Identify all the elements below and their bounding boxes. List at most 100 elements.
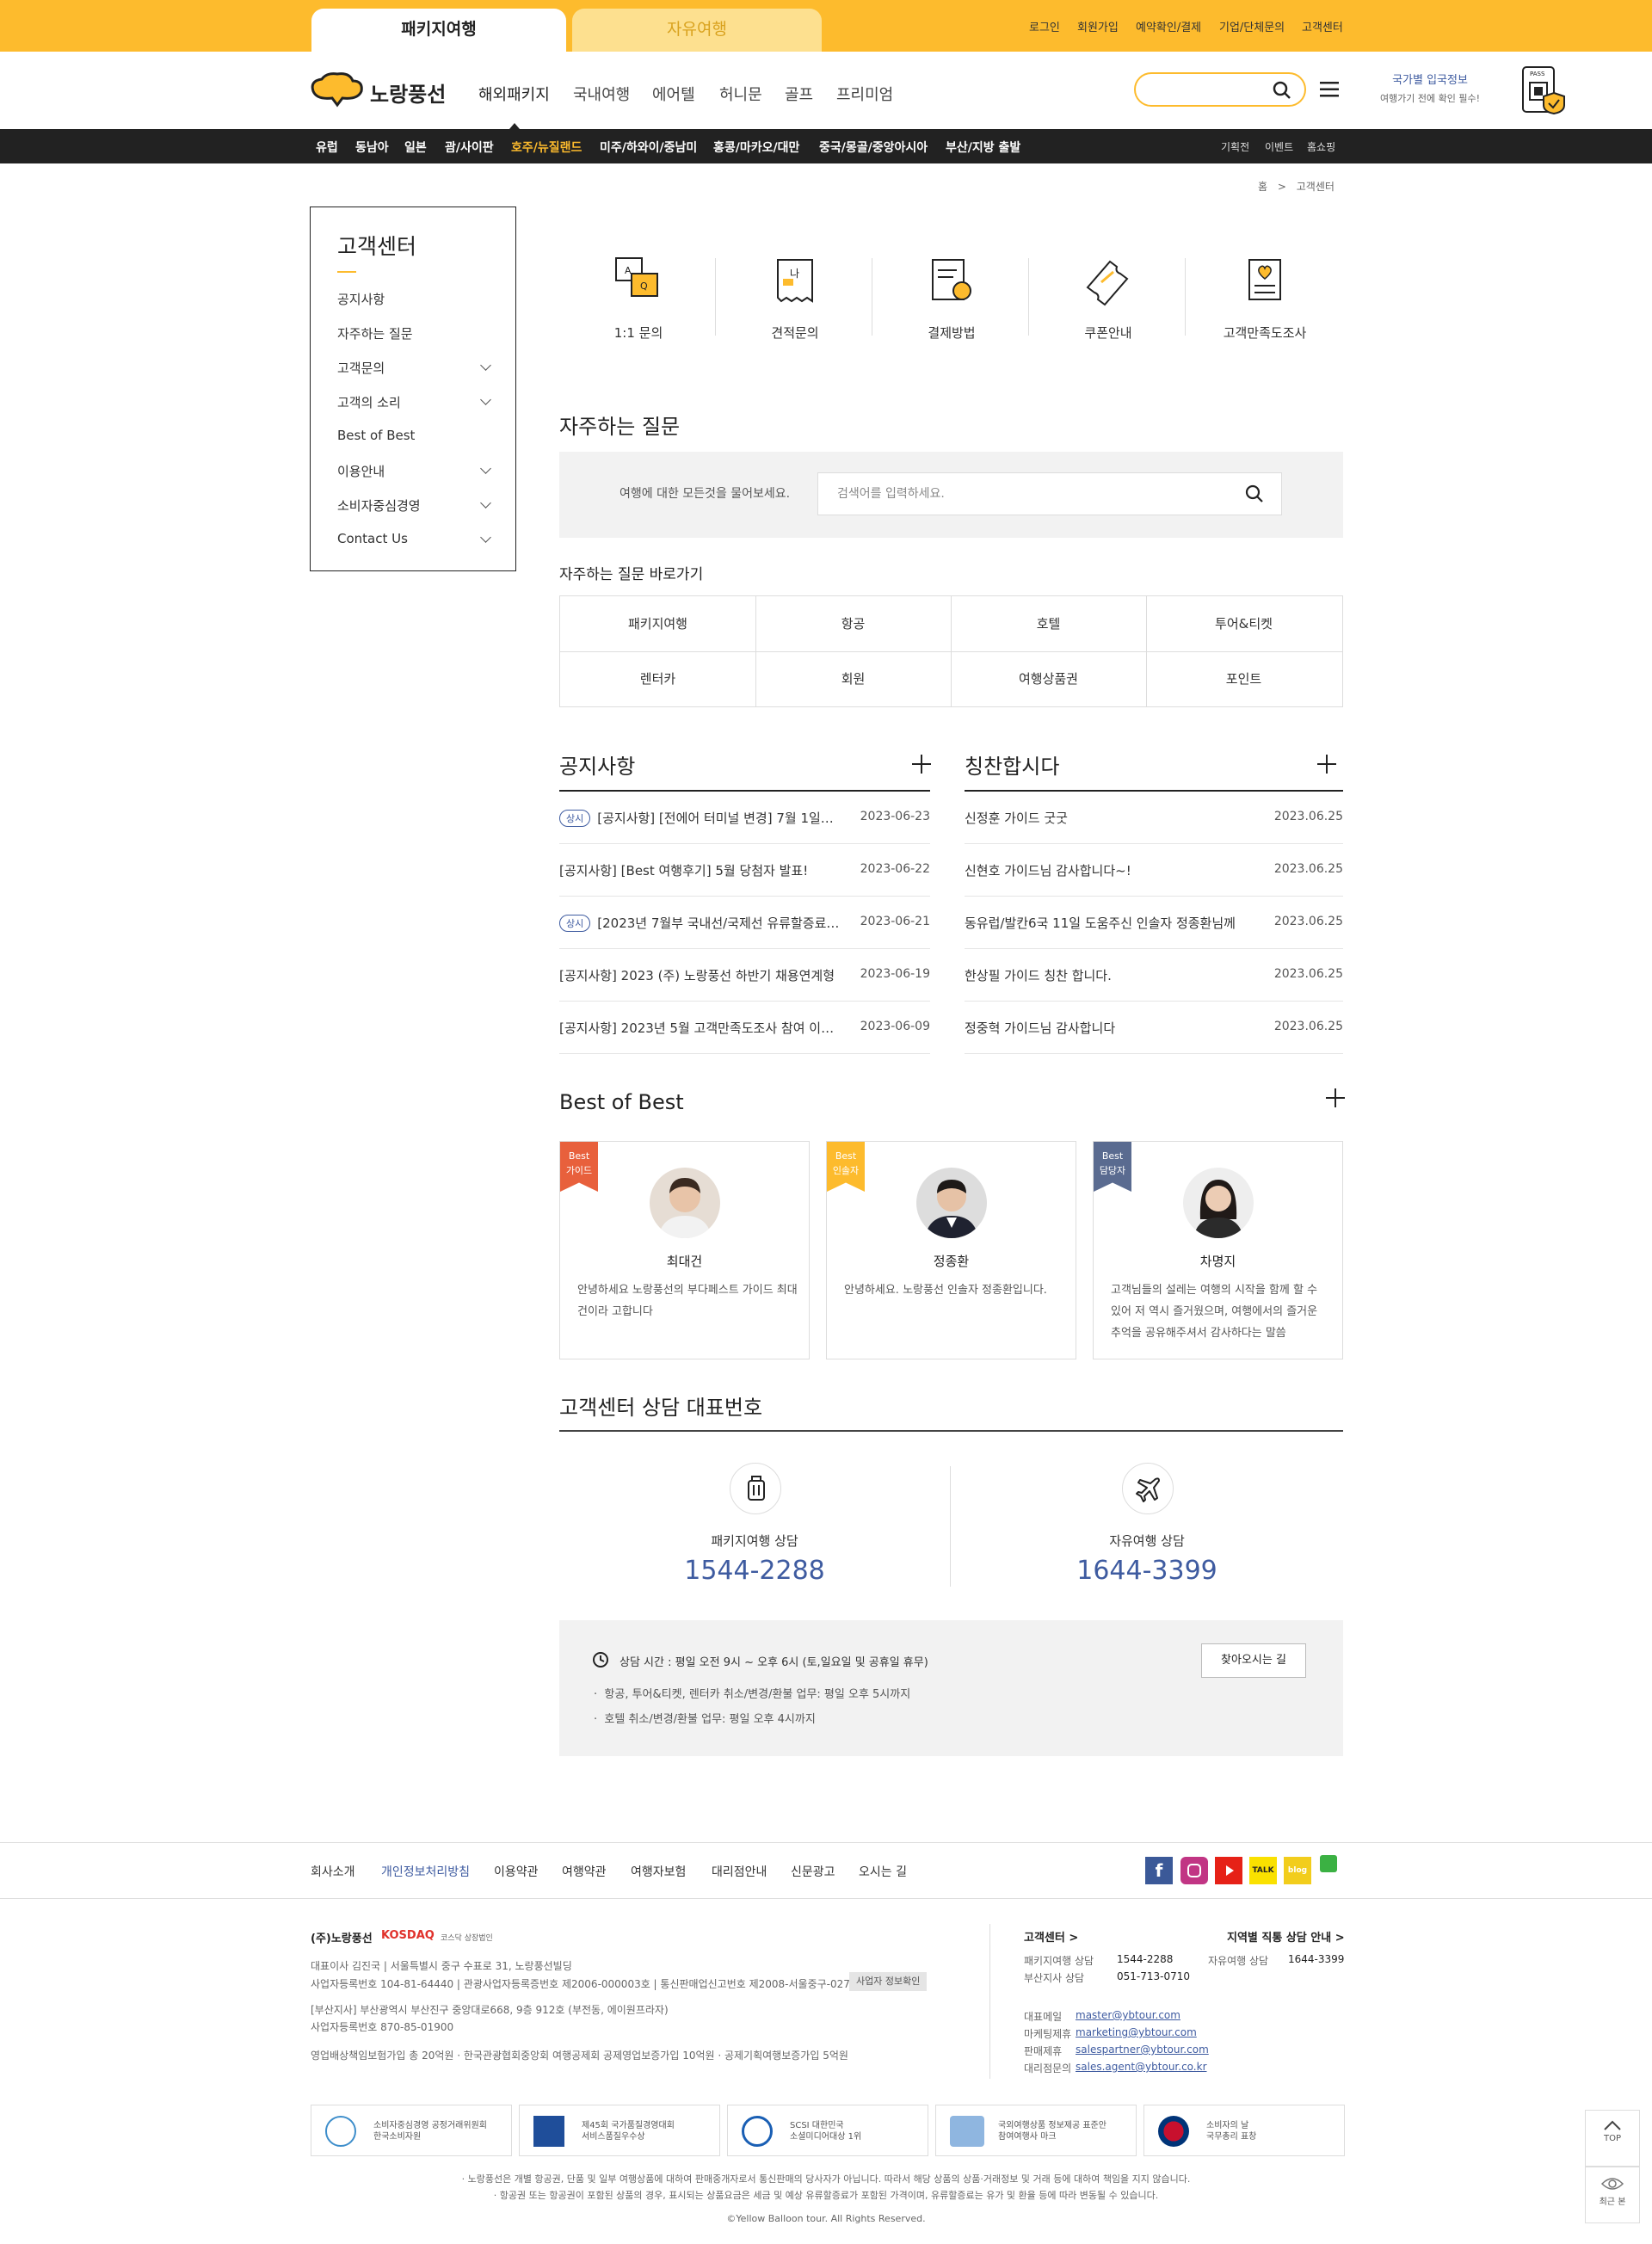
biz-info-button[interactable]: 사업자 정보확인 [849,1972,928,1991]
side-nav-faq[interactable]: 자주하는 질문 [337,324,413,342]
nav-japan[interactable]: 일본 [404,139,427,156]
faq-shortcut-package[interactable]: 패키지여행 [560,596,755,651]
breadcrumb-home[interactable]: 홈 [1258,181,1267,193]
faq-search-input[interactable]: 검색어를 입력하세요. [817,472,1282,515]
quick-inquiry[interactable]: A Q 1:1 문의 [561,255,716,342]
nav-china[interactable]: 중국/몽골/중앙아시아 [819,139,928,156]
nav-guam[interactable]: 괌/사이판 [445,139,494,156]
gnb-premium[interactable]: 프리미엄 [836,83,893,105]
chevron-down-icon[interactable] [480,360,491,371]
best-card-staff[interactable]: Best 담당자 차명지 고객님들의 설레는 여행의 시작을 함께 할 수 있어 … [1093,1141,1343,1359]
nav-busan[interactable]: 부산/지방 출발 [946,139,1020,156]
footer-about[interactable]: 회사소개 [311,1863,355,1880]
facebook-icon[interactable]: f [1145,1857,1173,1884]
gnb-golf[interactable]: 골프 [785,83,813,105]
signup-link[interactable]: 회원가입 [1077,18,1119,34]
side-nav-notice[interactable]: 공지사항 [337,290,385,308]
praise-row-title[interactable]: 한상필 가이드 칭찬 합니다. [965,966,1248,984]
cert-ccm[interactable]: 소비자중심경영 공정거래위원회 한국소비자원 [311,2105,512,2156]
quick-estimate[interactable]: 나 견적문의 [718,255,872,342]
quick-survey[interactable]: 고객만족도조사 [1187,255,1342,342]
balloon-logo-icon[interactable] [308,71,367,110]
faq-shortcut-rentcar[interactable]: 렌터카 [560,651,755,706]
nav-europe[interactable]: 유럽 [316,139,338,156]
list-item[interactable]: [공지사항] 2023 (주) 노랑풍선 하반기 채용연계형 2023-06-19 [559,949,930,1002]
directions-button[interactable]: 찾아오시는 길 [1201,1643,1306,1678]
footer-cs-title[interactable]: 고객센터 > [1024,1928,1078,1945]
nav-hongkong[interactable]: 홍콩/마카오/대만 [713,139,799,156]
top-button[interactable]: TOP [1585,2110,1640,2167]
footer-insurance[interactable]: 여행자보험 [631,1863,686,1880]
footer-mail-value[interactable]: sales.agent@ybtour.co.kr [1076,2061,1207,2073]
nav-special[interactable]: 기획전 [1221,139,1249,154]
search-icon[interactable] [1244,484,1265,504]
login-link[interactable]: 로그인 [1029,18,1060,34]
notice-more-plus-icon[interactable] [912,755,931,774]
praise-row-title[interactable]: 신정훈 가이드 굿굿 [965,809,1248,827]
nav-event[interactable]: 이벤트 [1265,139,1293,154]
chevron-down-icon[interactable] [480,532,491,543]
chevron-down-icon[interactable] [480,394,491,405]
side-nav-inquiry[interactable]: 고객문의 [337,359,385,377]
best-more-plus-icon[interactable] [1326,1088,1345,1107]
notice-row-title[interactable]: [공지사항] [전에어 터미널 변경] 7월 1일부터 [597,811,843,826]
kakao-icon[interactable]: TALK [1249,1857,1277,1884]
instagram-icon[interactable] [1180,1857,1208,1884]
list-item[interactable]: 한상필 가이드 칭찬 합니다. 2023.06.25 [965,949,1343,1002]
footer-travel-terms[interactable]: 여행약관 [562,1863,607,1880]
footer-privacy[interactable]: 개인정보처리방침 [381,1863,470,1880]
list-item[interactable]: 정중혁 가이드님 감사합니다 2023.06.25 [965,1002,1343,1054]
notice-row-title[interactable]: [공지사항] 2023년 5월 고객만족도조사 참여 이벤트 [559,1019,843,1037]
footer-mail-value[interactable]: master@ybtour.com [1076,2009,1180,2021]
praise-row-title[interactable]: 신현호 가이드님 감사합니다~! [965,861,1248,879]
faq-shortcut-tour[interactable]: 투어&티켓 [1146,596,1341,651]
nav-southeast-asia[interactable]: 동남아 [355,139,389,156]
blog-icon[interactable]: blog [1284,1857,1311,1884]
search-icon[interactable] [1272,80,1292,101]
list-item[interactable]: 동유럽/발칸6국 11일 도움주신 인솔자 정종환님께 2023.06.25 [965,897,1343,949]
cert-ksa[interactable]: 제45회 국가품질경영대회 서비스품질우수상 [519,2105,720,2156]
side-nav-contact[interactable]: Contact Us [337,531,408,546]
cert-scsi[interactable]: SCSI 대한민국 소셜미디어대상 1위 [727,2105,928,2156]
chevron-down-icon[interactable] [480,497,491,509]
list-item[interactable]: 신현호 가이드님 감사합니다~! 2023.06.25 [965,844,1343,897]
footer-agency[interactable]: 대리점안내 [712,1863,767,1880]
corporate-link[interactable]: 기업/단체문의 [1219,18,1285,34]
nav-americas[interactable]: 미주/하와이/중남미 [600,139,697,156]
list-item[interactable]: [공지사항] [Best 여행후기] 5월 당첨자 발표! 2023-06-22 [559,844,930,897]
side-nav-ccm[interactable]: 소비자중심경영 [337,496,421,515]
footer-directions[interactable]: 오시는 길 [859,1863,907,1880]
gnb-overseas[interactable]: 해외패키지 [478,83,550,105]
call-package-number[interactable]: 1544-2288 [559,1556,950,1586]
youtube-icon[interactable] [1215,1857,1242,1884]
list-item[interactable]: 신정훈 가이드 굿굿 2023.06.25 [965,792,1343,844]
faq-shortcut-member[interactable]: 회원 [755,651,951,706]
chevron-down-icon[interactable] [480,463,491,474]
quick-payment[interactable]: 결제방법 [874,255,1029,342]
side-nav-best[interactable]: Best of Best [337,428,415,443]
notice-row-title[interactable]: [공지사항] 2023 (주) 노랑풍선 하반기 채용연계형 [559,966,843,984]
list-item[interactable]: 상시 [공지사항] [전에어 터미널 변경] 7월 1일부터 2023-06-23 [559,792,930,844]
faq-shortcut-air[interactable]: 항공 [755,596,951,651]
notice-row-title[interactable]: [2023년 7월부 국내선/국제선 유류할증료 안내] [597,915,843,931]
menu-icon[interactable] [1320,81,1341,98]
tab-free[interactable]: 자유여행 [572,9,822,52]
nav-homeshopping[interactable]: 홈쇼핑 [1307,139,1335,154]
gnb-domestic[interactable]: 국내여행 [573,83,630,105]
call-free-number[interactable]: 1644-3399 [952,1556,1342,1586]
quick-coupon[interactable]: 쿠폰안내 [1031,255,1186,342]
faq-shortcut-hotel[interactable]: 호텔 [951,596,1146,651]
footer-mail-value[interactable]: marketing@ybtour.com [1076,2026,1197,2038]
praise-row-title[interactable]: 동유럽/발칸6국 11일 도움주신 인솔자 정종환님께 [965,914,1248,932]
side-nav-guide[interactable]: 이용안내 [337,462,385,480]
cs-link[interactable]: 고객센터 [1302,18,1343,34]
footer-terms[interactable]: 이용약관 [494,1863,539,1880]
list-item[interactable]: [공지사항] 2023년 5월 고객만족도조사 참여 이벤트 2023-06-09 [559,1002,930,1054]
recent-view-button[interactable]: 최근 본 [1585,2167,1640,2223]
faq-shortcut-point[interactable]: 포인트 [1146,651,1341,706]
praise-more-plus-icon[interactable] [1317,755,1336,774]
side-nav-voice[interactable]: 고객의 소리 [337,393,401,411]
cert-standard[interactable]: 국외여행상품 정보제공 표준안 참여여행사 마크 [935,2105,1137,2156]
faq-shortcut-voucher[interactable]: 여행상품권 [951,651,1146,706]
footer-region-title[interactable]: 지역별 직통 상담 안내 > [1227,1928,1345,1945]
